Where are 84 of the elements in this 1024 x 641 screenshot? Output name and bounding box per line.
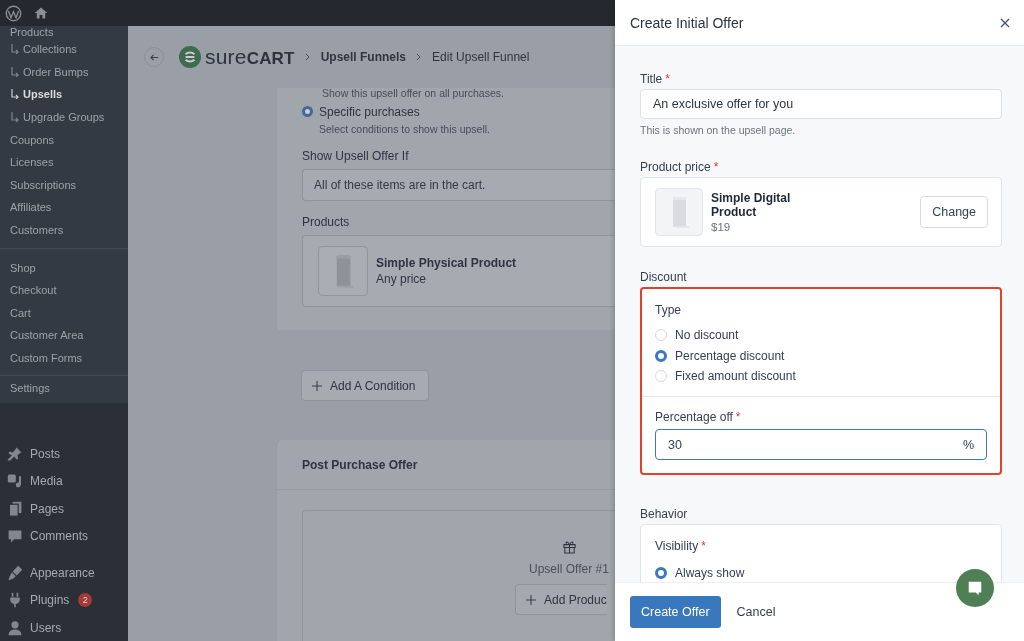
menu-item[interactable]: Shop — [0, 256, 128, 279]
menu-item[interactable]: Upsells — [0, 83, 128, 106]
menu-item[interactable]: Customers — [0, 218, 128, 242]
brush-icon — [7, 565, 23, 582]
breadcrumb-link[interactable]: Upsell Funnels — [320, 50, 407, 64]
add-condition-button[interactable]: Add A Condition — [301, 370, 429, 401]
logo-text: sureCART — [205, 45, 295, 69]
field-label: Products — [302, 215, 351, 229]
menu-item[interactable]: Customer Area — [0, 324, 128, 347]
menu-item[interactable]: Plugins — [30, 593, 70, 608]
help-text: This is shown on the upsell page. — [640, 123, 797, 137]
menu-item[interactable]: Collections — [0, 38, 128, 61]
gift-icon — [562, 539, 577, 554]
corner-arrow-icon — [10, 112, 20, 123]
field-label: Title * — [640, 71, 671, 87]
field-label: Type — [655, 302, 682, 318]
radio-label[interactable]: Percentage discount — [675, 347, 785, 364]
product-price: Any price — [376, 272, 428, 286]
radio-button[interactable] — [302, 106, 313, 117]
menu-item[interactable]: Coupons — [0, 128, 128, 151]
plus-icon — [312, 380, 322, 391]
title-field[interactable]: An exclusive offer for you — [640, 89, 1002, 119]
close-icon[interactable] — [1000, 17, 1010, 28]
menu-item[interactable]: Order Bumps — [0, 60, 128, 84]
field-label: Percentage off * — [655, 409, 742, 425]
field-label: Visibility * — [655, 538, 707, 554]
chevron-icon — [416, 53, 423, 61]
percentage-field[interactable]: 30 % — [655, 429, 987, 460]
menu-item[interactable]: Products — [0, 26, 128, 38]
cancel-button[interactable]: Cancel — [732, 605, 780, 619]
house-icon[interactable] — [34, 6, 48, 20]
option-description: Select conditions to show this upsell. — [319, 123, 490, 135]
menu-item[interactable]: Licenses — [0, 150, 128, 174]
menu-item[interactable]: Appearance — [30, 566, 95, 581]
change-button[interactable]: Change — [920, 196, 988, 228]
radio-label[interactable]: No discount — [675, 327, 739, 343]
menu-item[interactable]: Users — [30, 620, 62, 635]
count-badge: 2 — [78, 593, 93, 608]
logo-icon[interactable] — [5, 4, 22, 22]
product-name: Simple Physical Product — [376, 256, 517, 270]
plug-icon — [7, 592, 23, 609]
chevron-icon — [304, 53, 311, 61]
field-label: Show Upsell Offer If — [302, 149, 410, 163]
radio-button[interactable] — [655, 349, 667, 362]
menu-item[interactable]: Subscriptions — [0, 173, 128, 197]
user-icon — [7, 619, 23, 636]
menu-item[interactable]: Affiliates — [0, 196, 128, 219]
breadcrumb-link[interactable]: Edit Upsell Funnel — [432, 50, 530, 64]
radio-label[interactable]: Fixed amount discount — [675, 368, 796, 384]
select-field[interactable]: All of these items are in the cart. — [302, 169, 615, 201]
pages-icon — [7, 500, 23, 517]
menu-item[interactable]: Checkout — [0, 278, 128, 302]
menu-item[interactable]: Media — [30, 474, 63, 489]
offer-label: Upsell Offer #1 — [529, 562, 609, 576]
product-price: $19 — [711, 221, 732, 233]
radio-button[interactable] — [655, 567, 667, 579]
pin-icon — [7, 445, 23, 462]
drawer-title: Create Initial Offer — [630, 14, 744, 31]
section-label: Behavior — [640, 506, 689, 522]
corner-arrow-icon — [10, 44, 20, 55]
option-description: Show this upsell offer on all purchases. — [321, 88, 505, 101]
section-label: Discount — [640, 269, 688, 285]
menu-item[interactable]: Cart — [0, 301, 128, 325]
media-icon — [7, 473, 23, 490]
menu-item[interactable]: Custom Forms — [0, 346, 128, 370]
plus-icon — [526, 594, 536, 605]
radio-label[interactable]: Specific purchases — [319, 105, 490, 119]
menu-item[interactable]: Pages — [30, 501, 65, 516]
create-offer-button[interactable]: Create Offer — [630, 596, 721, 628]
arrow-left-icon — [149, 52, 159, 62]
chat-icon — [966, 579, 984, 597]
menu-item[interactable]: Comments — [30, 528, 88, 543]
menu-item[interactable]: Upgrade Groups — [0, 105, 128, 129]
corner-arrow-icon — [10, 66, 20, 77]
radio-label[interactable]: Always show — [675, 565, 745, 581]
product-name: Simple Digital Product — [711, 191, 792, 219]
corner-arrow-icon — [10, 89, 20, 100]
field-label: Product price * — [640, 159, 720, 175]
comment-icon — [7, 527, 23, 544]
card-title: Post Purchase Offer — [302, 457, 418, 472]
menu-item[interactable]: Settings — [0, 376, 128, 400]
add-product-button[interactable]: Add Produc — [515, 584, 607, 615]
menu-item[interactable]: Posts — [30, 446, 60, 461]
logo-icon — [179, 46, 201, 68]
